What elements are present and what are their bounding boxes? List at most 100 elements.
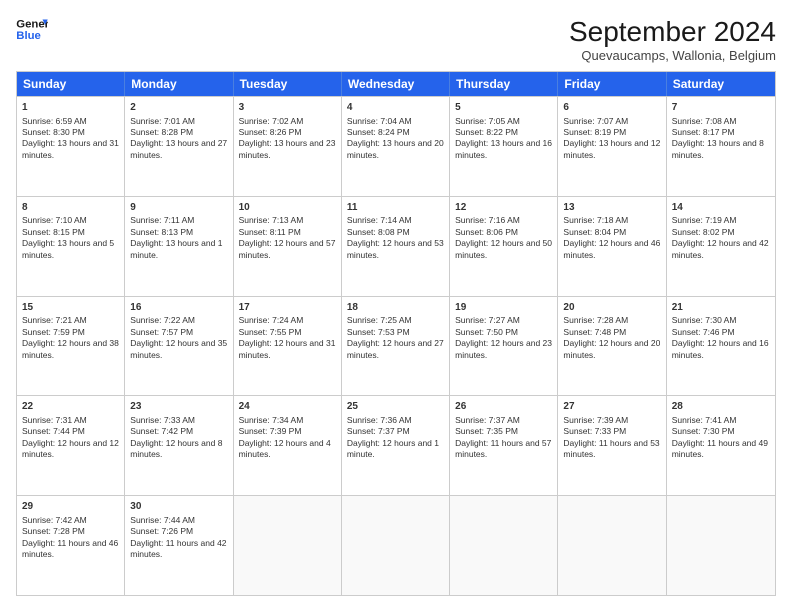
day-number: 16	[130, 301, 227, 315]
sunset-text: Sunset: 7:57 PM	[130, 327, 193, 337]
sunset-text: Sunset: 7:53 PM	[347, 327, 410, 337]
sunset-text: Sunset: 8:06 PM	[455, 227, 518, 237]
daylight-text: Daylight: 12 hours and 1 minute.	[347, 438, 439, 459]
calendar-cell: 11Sunrise: 7:14 AMSunset: 8:08 PMDayligh…	[342, 197, 450, 296]
daylight-text: Daylight: 13 hours and 27 minutes.	[130, 138, 227, 159]
daylight-text: Daylight: 12 hours and 57 minutes.	[239, 238, 336, 259]
sunrise-text: Sunrise: 7:39 AM	[563, 415, 628, 425]
sunset-text: Sunset: 7:50 PM	[455, 327, 518, 337]
calendar-week: 8Sunrise: 7:10 AMSunset: 8:15 PMDaylight…	[17, 196, 775, 296]
calendar-cell: 18Sunrise: 7:25 AMSunset: 7:53 PMDayligh…	[342, 297, 450, 396]
day-number: 12	[455, 201, 552, 215]
daylight-text: Daylight: 12 hours and 12 minutes.	[22, 438, 119, 459]
day-number: 13	[563, 201, 660, 215]
sunset-text: Sunset: 8:30 PM	[22, 127, 85, 137]
sunset-text: Sunset: 8:13 PM	[130, 227, 193, 237]
calendar-cell	[450, 496, 558, 595]
day-number: 7	[672, 101, 770, 115]
daylight-text: Daylight: 13 hours and 31 minutes.	[22, 138, 119, 159]
sunrise-text: Sunrise: 7:07 AM	[563, 116, 628, 126]
calendar-cell: 9Sunrise: 7:11 AM Sunset: 8:13 PMDaylight…	[125, 197, 233, 296]
sunset-text: Sunset: 8:08 PM	[347, 227, 410, 237]
day-number: 4	[347, 101, 444, 115]
calendar-week: 29Sunrise: 7:42 AMSunset: 7:28 PMDayligh…	[17, 495, 775, 595]
calendar-page: General Blue September 2024 Quevaucamps,…	[0, 0, 792, 612]
sunrise-text: Sunrise: 7:18 AM	[563, 215, 628, 225]
header: General Blue September 2024 Quevaucamps,…	[16, 16, 776, 63]
daylight-text: Daylight: 13 hours and 5 minutes.	[22, 238, 114, 259]
day-number: 24	[239, 400, 336, 414]
weekday-header: Sunday	[17, 72, 125, 96]
calendar-cell: 28Sunrise: 7:41 AMSunset: 7:30 PMDayligh…	[667, 396, 775, 495]
sunset-text: Sunset: 7:44 PM	[22, 426, 85, 436]
day-number: 22	[22, 400, 119, 414]
calendar-cell: 15Sunrise: 7:21 AMSunset: 7:59 PMDayligh…	[17, 297, 125, 396]
sunset-text: Sunset: 8:24 PM	[347, 127, 410, 137]
daylight-text: Daylight: 12 hours and 23 minutes.	[455, 338, 552, 359]
day-number: 2	[130, 101, 227, 115]
day-number: 3	[239, 101, 336, 115]
weekday-header: Monday	[125, 72, 233, 96]
daylight-text: Daylight: 11 hours and 49 minutes.	[672, 438, 768, 459]
calendar-body: 1Sunrise: 6:59 AMSunset: 8:30 PMDaylight…	[17, 96, 775, 595]
calendar-cell: 29Sunrise: 7:42 AMSunset: 7:28 PMDayligh…	[17, 496, 125, 595]
sunrise-text: Sunrise: 7:01 AM	[130, 116, 195, 126]
location: Quevaucamps, Wallonia, Belgium	[569, 48, 776, 63]
calendar-cell: 8Sunrise: 7:10 AMSunset: 8:15 PMDaylight…	[17, 197, 125, 296]
day-number: 1	[22, 101, 119, 115]
sunrise-text: Sunrise: 7:22 AM	[130, 315, 195, 325]
logo-icon: General Blue	[16, 16, 48, 44]
calendar-cell: 4Sunrise: 7:04 AMSunset: 8:24 PMDaylight…	[342, 97, 450, 196]
calendar-cell: 16Sunrise: 7:22 AM Sunset: 7:57 PMDayligh…	[125, 297, 233, 396]
sunrise-text: Sunrise: 7:41 AM	[672, 415, 737, 425]
daylight-text: Daylight: 12 hours and 53 minutes.	[347, 238, 444, 259]
sunset-text: Sunset: 8:19 PM	[563, 127, 626, 137]
day-number: 26	[455, 400, 552, 414]
day-number: 11	[347, 201, 444, 215]
sunrise-text: Sunrise: 7:42 AM	[22, 515, 87, 525]
daylight-text: Daylight: 13 hours and 20 minutes.	[347, 138, 444, 159]
day-number: 15	[22, 301, 119, 315]
day-number: 9	[130, 201, 227, 215]
calendar-cell: 1Sunrise: 6:59 AMSunset: 8:30 PMDaylight…	[17, 97, 125, 196]
sunset-text: Sunset: 7:48 PM	[563, 327, 626, 337]
daylight-text: Daylight: 12 hours and 35 minutes.	[130, 338, 227, 359]
daylight-text: Daylight: 13 hours and 16 minutes.	[455, 138, 552, 159]
sunset-text: Sunset: 8:04 PM	[563, 227, 626, 237]
day-number: 28	[672, 400, 770, 414]
calendar-cell: 13Sunrise: 7:18 AMSunset: 8:04 PMDayligh…	[558, 197, 666, 296]
daylight-text: Daylight: 13 hours and 1 minute.	[130, 238, 222, 259]
daylight-text: Daylight: 12 hours and 20 minutes.	[563, 338, 660, 359]
sunrise-text: Sunrise: 7:30 AM	[672, 315, 737, 325]
sunset-text: Sunset: 7:59 PM	[22, 327, 85, 337]
calendar-cell	[234, 496, 342, 595]
sunrise-text: Sunrise: 7:10 AM	[22, 215, 87, 225]
sunset-text: Sunset: 7:39 PM	[239, 426, 302, 436]
calendar-cell: 6Sunrise: 7:07 AMSunset: 8:19 PMDaylight…	[558, 97, 666, 196]
day-number: 30	[130, 500, 227, 514]
calendar-cell: 24Sunrise: 7:34 AMSunset: 7:39 PMDayligh…	[234, 396, 342, 495]
daylight-text: Daylight: 11 hours and 57 minutes.	[455, 438, 551, 459]
sunrise-text: Sunrise: 7:11 AM	[130, 215, 194, 225]
sunset-text: Sunset: 7:55 PM	[239, 327, 302, 337]
calendar-cell	[558, 496, 666, 595]
calendar-cell: 19Sunrise: 7:27 AMSunset: 7:50 PMDayligh…	[450, 297, 558, 396]
calendar-cell: 7Sunrise: 7:08 AMSunset: 8:17 PMDaylight…	[667, 97, 775, 196]
day-number: 20	[563, 301, 660, 315]
calendar-cell: 12Sunrise: 7:16 AMSunset: 8:06 PMDayligh…	[450, 197, 558, 296]
logo: General Blue	[16, 16, 48, 44]
calendar-week: 22Sunrise: 7:31 AMSunset: 7:44 PMDayligh…	[17, 395, 775, 495]
daylight-text: Daylight: 12 hours and 31 minutes.	[239, 338, 336, 359]
day-number: 8	[22, 201, 119, 215]
daylight-text: Daylight: 11 hours and 42 minutes.	[130, 538, 226, 559]
weekday-header: Thursday	[450, 72, 558, 96]
weekday-header: Friday	[558, 72, 666, 96]
calendar-cell: 27Sunrise: 7:39 AMSunset: 7:33 PMDayligh…	[558, 396, 666, 495]
calendar: SundayMondayTuesdayWednesdayThursdayFrid…	[16, 71, 776, 596]
title-block: September 2024 Quevaucamps, Wallonia, Be…	[569, 16, 776, 63]
day-number: 5	[455, 101, 552, 115]
day-number: 17	[239, 301, 336, 315]
sunrise-text: Sunrise: 7:13 AM	[239, 215, 304, 225]
month-title: September 2024	[569, 16, 776, 48]
daylight-text: Daylight: 12 hours and 4 minutes.	[239, 438, 331, 459]
